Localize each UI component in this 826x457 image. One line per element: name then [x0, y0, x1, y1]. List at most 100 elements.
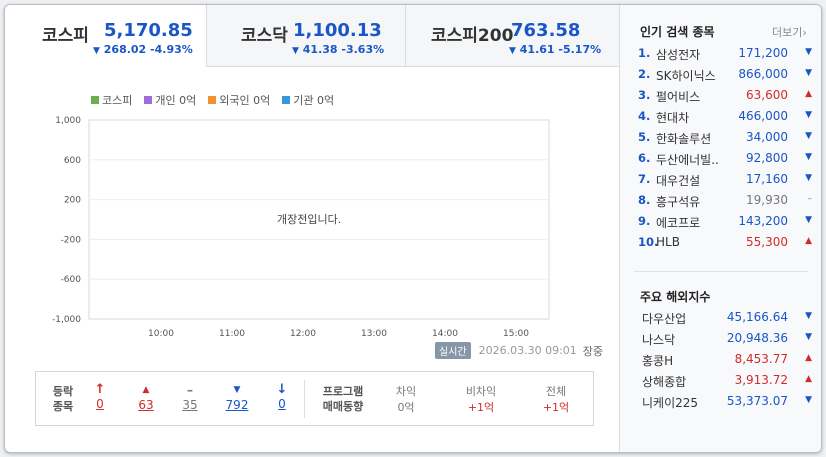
stock-name: HLB — [656, 235, 680, 249]
rank: 7. — [638, 172, 651, 186]
up-triangle-icon: ▲ — [805, 89, 812, 99]
y-tick-label: 600 — [64, 156, 81, 166]
stock-name: 펄어비스 — [656, 90, 701, 104]
x-tick-label: 14:00 — [432, 329, 458, 339]
popular-stock-row[interactable]: 6. 두산에너빌.. 92,800 ▼ — [634, 148, 816, 169]
stock-name: 대우건설 — [656, 174, 701, 188]
lower-limit-stat[interactable]: ↓ 0 — [272, 382, 292, 411]
stock-price: 466,000 — [738, 109, 788, 123]
tab-kospi[interactable]: 코스피 5,170.85 ▼ 268.02 -4.93% — [5, 5, 207, 67]
index-price: 20,948.36 — [726, 331, 788, 345]
rank: 1. — [638, 46, 651, 60]
tab-kospi-change: 268.02 -4.93% — [103, 43, 193, 56]
stock-price: 171,200 — [738, 46, 788, 60]
down-triangle-icon: ▼ — [805, 131, 812, 141]
program-trading-label: 프로그램 매매동향 — [322, 385, 364, 413]
x-tick-label: 11:00 — [219, 329, 245, 339]
index-name: 다우산업 — [642, 312, 687, 326]
y-tick-label: -1,000 — [52, 315, 81, 325]
stock-name: 현대차 — [656, 111, 690, 125]
dash-icon: – — [807, 194, 813, 204]
index-name: 홍콩H — [642, 354, 674, 368]
tab-kosdaq-value: 1,100.13 — [293, 20, 382, 41]
tab-kosdaq[interactable]: 코스닥 1,100.13 ▼ 41.38 -3.63% — [207, 5, 406, 67]
index-name: 나스닥 — [642, 333, 676, 347]
down-triangle-icon: ▼ — [233, 385, 241, 395]
stock-price: 34,000 — [746, 130, 788, 144]
overseas-index-row[interactable]: 다우산업 45,166.64 ▼ — [640, 307, 816, 328]
up-triangle-icon: ▲ — [805, 353, 812, 363]
breadth-label: 등락 종목 — [52, 385, 74, 413]
overseas-index-row[interactable]: 니케이225 53,373.07 ▼ — [640, 391, 816, 412]
tab-kospi200-value: 763.58 — [511, 20, 581, 41]
tab-kospi200-name: 코스피200 — [431, 26, 514, 46]
x-tick-label: 15:00 — [503, 329, 529, 339]
overseas-index-row[interactable]: 상해종합 3,913.72 ▲ — [640, 370, 816, 391]
tab-kospi200[interactable]: 코스피200 763.58 ▼ 41.61 -5.17% — [406, 5, 619, 67]
rank: 6. — [638, 151, 651, 165]
stock-price: 17,160 — [746, 172, 788, 186]
index-name: 상해종합 — [642, 375, 687, 389]
stock-name: 두산에너빌.. — [656, 153, 719, 167]
popular-stock-row[interactable]: 10. HLB 55,300 ▲ — [634, 232, 816, 253]
overseas-index-title: 주요 해외지수 — [640, 290, 711, 304]
index-price: 53,373.07 — [726, 394, 788, 408]
down-triangle-icon: ▼ — [805, 68, 812, 78]
up-triangle-icon: ▲ — [142, 385, 150, 395]
popular-search-title: 인기 검색 종목 — [640, 25, 715, 39]
stock-price: 143,200 — [738, 214, 788, 228]
popular-stock-row[interactable]: 3. 펄어비스 63,600 ▲ — [634, 85, 816, 106]
falling-stat[interactable]: ▼ 792 — [222, 382, 252, 412]
upper-limit-stat[interactable]: ↑ 0 — [90, 382, 110, 411]
more-link[interactable]: 더보기› — [772, 24, 807, 40]
divider — [304, 380, 305, 418]
index-price: 3,913.72 — [734, 373, 788, 387]
popular-stock-row[interactable]: 1. 삼성전자 171,200 ▼ — [634, 43, 816, 64]
stock-price: 63,600 — [746, 88, 788, 102]
overseas-index-row[interactable]: 홍콩H 8,453.77 ▲ — [640, 349, 816, 370]
rank: 2. — [638, 67, 651, 81]
popular-stock-row[interactable]: 7. 대우건설 17,160 ▼ — [634, 169, 816, 190]
tab-kospi-name: 코스피 — [42, 26, 89, 46]
dash-icon: – — [187, 383, 193, 397]
popular-stock-row[interactable]: 4. 현대차 466,000 ▼ — [634, 106, 816, 127]
chevron-right-icon: › — [802, 26, 807, 39]
popular-stock-row[interactable]: 2. SK하이닉스 866,000 ▼ — [634, 64, 816, 85]
x-tick-label: 12:00 — [290, 329, 316, 339]
unchanged-stat[interactable]: – 35 — [178, 382, 202, 412]
pre-market-notice: 개장전입니다. — [277, 213, 342, 226]
overseas-index-row[interactable]: 나스닥 20,948.36 ▼ — [640, 328, 816, 349]
timestamp: 2026.03.30 09:01 — [478, 344, 577, 357]
index-price: 45,166.64 — [726, 310, 788, 324]
up-triangle-icon: ▲ — [805, 374, 812, 384]
arbitrage-stat: 차익 0억 — [395, 385, 417, 414]
tab-kospi200-change: 41.61 -5.17% — [519, 43, 602, 56]
popular-search-list: 1. 삼성전자 171,200 ▼ 2. SK하이닉스 866,000 ▼ 3. 펄어비스 63,6… — [634, 43, 816, 253]
stock-name: 한화솔루션 — [656, 132, 712, 146]
down-triangle-icon: ▼ — [805, 395, 812, 405]
popular-stock-row[interactable]: 8. 흥구석유 19,930 – — [634, 190, 816, 211]
market-breadth-box: 등락 종목 ↑ 0 ▲ 63 – 35 ▼ 792 ↓ 0 프로그램 매매동향 … — [35, 371, 594, 426]
upper-limit-icon: ↑ — [94, 382, 106, 397]
rising-stat[interactable]: ▲ 63 — [134, 382, 158, 412]
down-triangle-icon: ▼ — [805, 173, 812, 183]
x-tick-label: 10:00 — [148, 329, 174, 339]
down-triangle-icon: ▼ — [509, 46, 516, 56]
stock-price: 92,800 — [746, 151, 788, 165]
total-program-stat: 전체 +1억 — [542, 385, 570, 414]
stock-name: 삼성전자 — [656, 48, 701, 62]
tab-kospi-value: 5,170.85 — [104, 20, 193, 41]
popular-stock-row[interactable]: 5. 한화솔루션 34,000 ▼ — [634, 127, 816, 148]
popular-stock-row[interactable]: 9. 에코프로 143,200 ▼ — [634, 211, 816, 232]
down-triangle-icon: ▼ — [805, 311, 812, 321]
up-triangle-icon: ▲ — [805, 236, 812, 246]
y-tick-label: 200 — [64, 196, 81, 206]
down-triangle-icon: ▼ — [805, 215, 812, 225]
down-triangle-icon: ▼ — [805, 110, 812, 120]
index-price: 8,453.77 — [734, 352, 788, 366]
non-arbitrage-stat: 비차익 +1억 — [465, 385, 497, 414]
side-panel: 인기 검색 종목 더보기› 1. 삼성전자 171,200 ▼ 2. SK하이닉스 866,… — [619, 5, 821, 452]
realtime-badge[interactable]: 실시간 — [435, 342, 471, 359]
down-triangle-icon: ▼ — [805, 332, 812, 342]
rank: 5. — [638, 130, 651, 144]
